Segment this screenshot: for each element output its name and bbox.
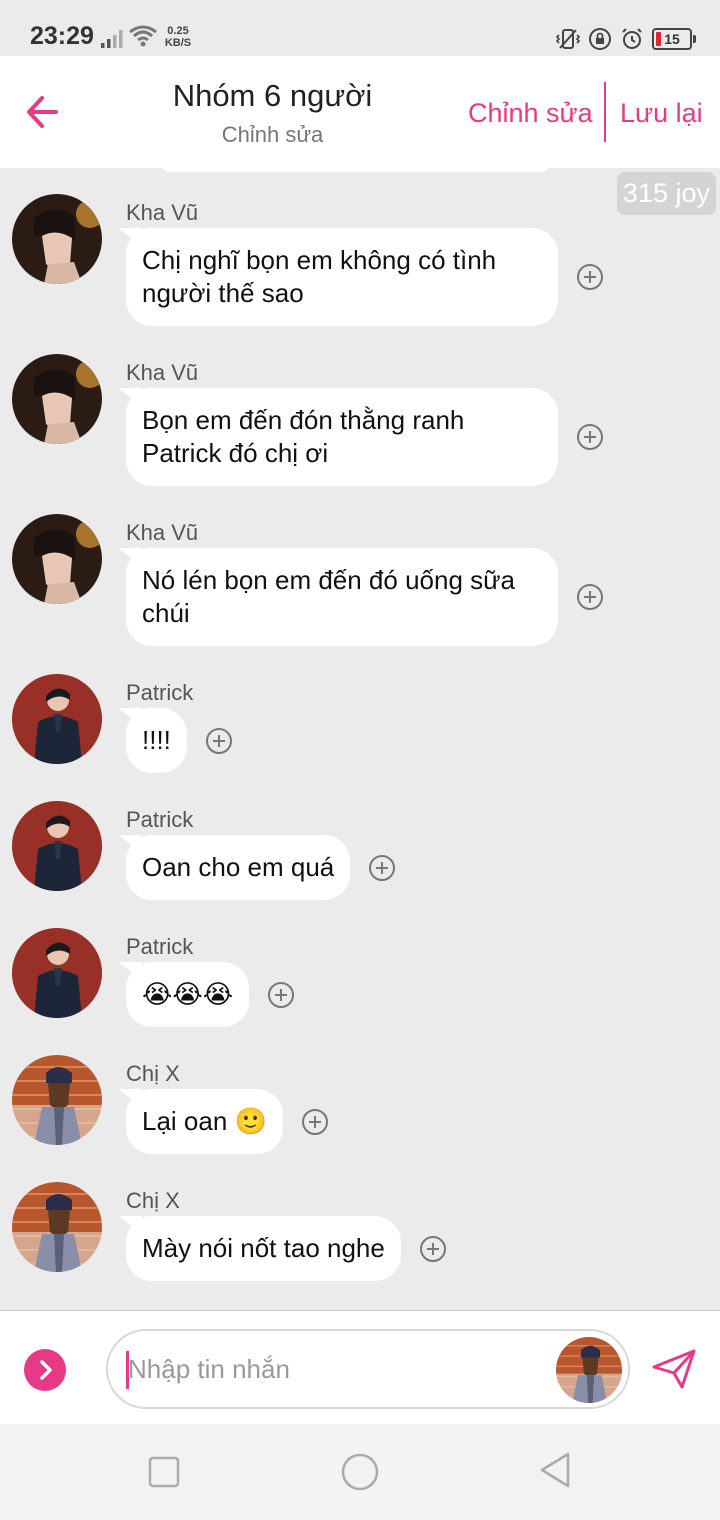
message-line: chúi (142, 598, 190, 628)
chat-title: Nhóm 6 người (172, 78, 373, 113)
message-row: Lại oan 🙂 (126, 1089, 329, 1154)
sender-name: Patrick (126, 807, 194, 832)
send-button[interactable] (650, 1345, 698, 1393)
message-bubble[interactable]: 😭😭😭 (126, 962, 250, 1027)
sender-avatar[interactable] (556, 1337, 622, 1403)
sender-name: Patrick (126, 934, 194, 959)
add-reaction-icon[interactable] (301, 1108, 329, 1136)
add-reaction-icon[interactable] (419, 1235, 447, 1263)
network-speed-unit: KB/S (164, 37, 192, 49)
message-bubble[interactable]: Nó lén bọn em đến đó uống sữa chúi (126, 548, 558, 646)
chat-header: Nhóm 6 người Chỉnh sửa Chỉnh sửa Lưu lại (0, 56, 720, 168)
patrick-avatar[interactable] (12, 928, 102, 1018)
add-reaction-icon[interactable] (205, 727, 233, 755)
battery-icon: 15 (652, 28, 696, 50)
message-input[interactable] (128, 1349, 548, 1389)
chevron-right-icon (40, 1360, 52, 1380)
message-bubble[interactable]: Lại oan 🙂 (126, 1089, 283, 1154)
status-time: 23:29 (30, 22, 94, 50)
add-reaction-icon[interactable] (576, 263, 604, 291)
sender-name: Chị X (126, 1061, 180, 1086)
kha-vu-avatar[interactable] (12, 194, 102, 284)
add-reaction-icon[interactable] (576, 423, 604, 451)
kha-vu-avatar[interactable] (12, 354, 102, 444)
lock-rotation-icon (589, 28, 611, 50)
sender-name: Kha Vũ (126, 200, 199, 225)
message-row: !!!! (126, 708, 233, 773)
message-row: Nó lén bọn em đến đó uống sữa chúi (126, 548, 604, 646)
patrick-avatar[interactable] (12, 674, 102, 764)
message-line: người thế sao (142, 278, 304, 308)
patrick-avatar[interactable] (12, 801, 102, 891)
add-reaction-icon[interactable] (576, 583, 604, 611)
recent-apps-button[interactable] (148, 1456, 180, 1488)
status-icons: 15 (556, 25, 696, 53)
network-speed: 0.25 KB/S (161, 25, 195, 49)
chi-x-avatar[interactable] (12, 1182, 102, 1272)
message-row: Mày nói nốt tao nghe (126, 1216, 447, 1281)
message-line: Lại oan 🙂 (142, 1106, 267, 1136)
message-line: 😭😭😭 (142, 979, 234, 1009)
signal-icon (101, 30, 123, 48)
message-line: Mày nói nốt tao nghe (142, 1233, 385, 1263)
message-row: 😭😭😭 (126, 962, 295, 1027)
alarm-icon (622, 28, 642, 49)
message-line: Patrick đó chị ơi (142, 438, 329, 468)
header-divider (604, 82, 606, 142)
message-bubble[interactable]: Chị nghĩ bọn em không có tình người thế … (126, 228, 558, 326)
message-line: Bọn em đến đón thằng ranh (142, 405, 465, 435)
message-bubble[interactable]: !!!! (126, 708, 187, 773)
sender-name: Kha Vũ (126, 360, 199, 385)
message-row: Oan cho em quá (126, 835, 396, 900)
sender-name: Chị X (126, 1188, 180, 1213)
expand-button[interactable] (24, 1349, 66, 1391)
save-button[interactable]: Lưu lại (620, 98, 703, 129)
vibrate-icon (556, 29, 580, 49)
message-line: !!!! (142, 725, 171, 755)
chat-subtitle: Chỉnh sửa (221, 122, 324, 147)
compose-bar (0, 1310, 720, 1424)
message-bubble[interactable]: Mày nói nốt tao nghe (126, 1216, 401, 1281)
sender-name: Kha Vũ (126, 520, 199, 545)
message-bubble[interactable]: Bọn em đến đón thằng ranh Patrick đó chị… (126, 388, 558, 486)
edit-button[interactable]: Chỉnh sửa (468, 98, 593, 129)
system-back-button[interactable] (536, 1450, 576, 1490)
message-line: Nó lén bọn em đến đó uống sữa (142, 565, 516, 595)
wifi-icon (129, 25, 157, 47)
sender-name: Patrick (126, 680, 194, 705)
message-line: Oan cho em quá (142, 852, 335, 882)
chi-x-avatar[interactable] (12, 1055, 102, 1145)
kha-vu-avatar[interactable] (12, 514, 102, 604)
add-reaction-icon[interactable] (368, 854, 396, 882)
message-row: Bọn em đến đón thằng ranh Patrick đó chị… (126, 388, 604, 486)
add-reaction-icon[interactable] (267, 981, 295, 1009)
message-list: Kha Vũ Chị nghĩ bọn em không có tình ngư… (0, 168, 720, 1308)
joy-badge: 315 joy (616, 172, 716, 215)
message-row: Chị nghĩ bọn em không có tình người thế … (126, 228, 604, 326)
system-nav-bar (0, 1424, 720, 1520)
message-line: Chị nghĩ bọn em không có tình (142, 245, 497, 275)
message-input-wrapper (106, 1329, 630, 1409)
home-button[interactable] (340, 1452, 380, 1492)
status-bar: 23:29 0.25 KB/S 15 (0, 0, 720, 56)
message-bubble[interactable]: Oan cho em quá (126, 835, 351, 900)
network-speed-value: 0.25 (167, 25, 189, 37)
